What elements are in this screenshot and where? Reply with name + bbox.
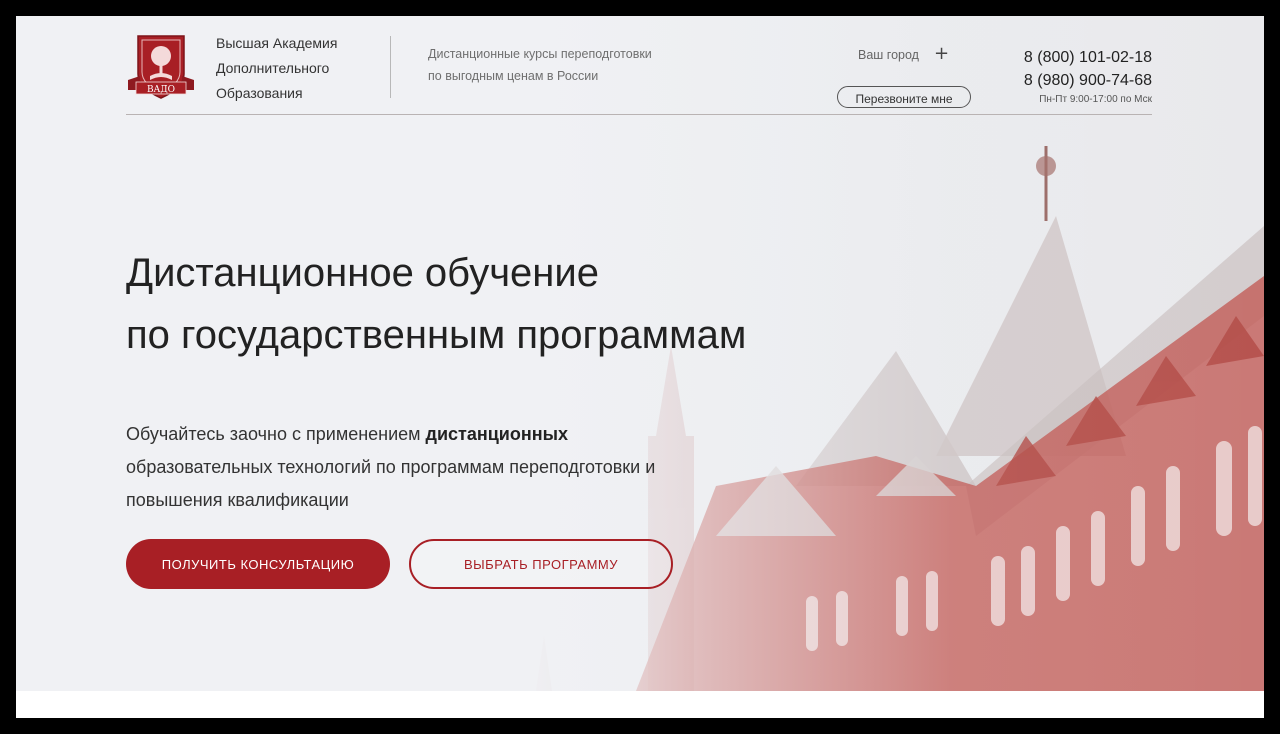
get-consultation-button[interactable]: ПОЛУЧИТЬ КОНСУЛЬТАЦИЮ: [126, 539, 390, 589]
brand-name[interactable]: Высшая Академия Дополнительного Образова…: [216, 31, 376, 106]
choose-program-button[interactable]: ВЫБРАТЬ ПРОГРАММУ: [409, 539, 673, 589]
hero-title: Дистанционное обучение по государственны…: [126, 242, 926, 366]
brand-line: Дополнительного: [216, 60, 330, 76]
phone-link[interactable]: 8 (980) 900-74-68: [986, 69, 1152, 92]
plus-icon[interactable]: +: [934, 43, 949, 64]
logo-text: ВАДО: [147, 85, 175, 95]
lead-text: образовательных технологий по программам…: [126, 457, 656, 510]
hero-title-line: по государственным программам: [126, 313, 747, 357]
lead-text: Обучайтесь заочно с применением: [126, 424, 426, 444]
tagline-line: Дистанционные курсы переподготовки: [428, 47, 652, 61]
callback-button[interactable]: Перезвоните мне: [837, 86, 971, 108]
header-tagline: Дистанционные курсы переподготовки по вы…: [428, 43, 698, 87]
working-hours: Пн-Пт 9:00-17:00 по Мск: [1039, 94, 1152, 105]
brand-line: Образования: [216, 85, 303, 101]
contact-block: 8 (800) 101-02-18 8 (980) 900-74-68 Пн-П…: [986, 46, 1152, 105]
tagline-line: по выгодным ценам в России: [428, 69, 599, 83]
hero-lead: Обучайтесь заочно с применением дистанци…: [126, 418, 686, 517]
academy-logo[interactable]: ВАДО: [126, 32, 196, 102]
page-frame: ВАДО Высшая Академия Дополнительного Обр…: [16, 16, 1264, 718]
hero-title-line: Дистанционное обучение: [126, 251, 599, 295]
lead-bold-text: дистанционных: [425, 424, 568, 444]
phone-link[interactable]: 8 (800) 101-02-18: [986, 46, 1152, 69]
section-divider: [16, 691, 1264, 718]
brand-line: Высшая Академия: [216, 35, 338, 51]
city-selector[interactable]: Ваш город: [858, 48, 919, 62]
header-divider: [390, 36, 391, 98]
site-header: ВАДО Высшая Академия Дополнительного Обр…: [126, 32, 1152, 115]
